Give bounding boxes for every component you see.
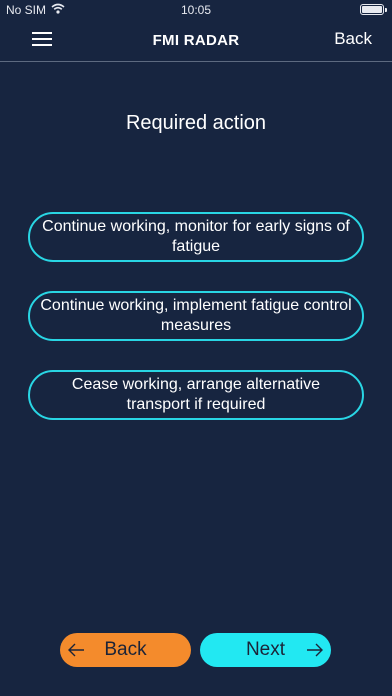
option-monitor-fatigue-button[interactable]: Continue working, monitor for early sign… xyxy=(28,212,364,262)
battery-fill xyxy=(362,6,382,13)
option-label: Continue working, implement fatigue cont… xyxy=(40,297,352,334)
option-cease-working-button[interactable]: Cease working, arrange alternative trans… xyxy=(28,370,364,420)
status-time: 10:05 xyxy=(180,3,212,17)
option-label: Cease working, arrange alternative trans… xyxy=(71,376,321,413)
option-fatigue-control-button[interactable]: Continue working, implement fatigue cont… xyxy=(28,291,364,341)
nav-bar: FMI RADAR Back xyxy=(0,20,392,62)
footer-back-label: Back xyxy=(104,639,147,660)
status-bar: No SIM 10:05 xyxy=(0,0,392,20)
nav-back-button[interactable]: Back xyxy=(334,29,372,49)
arrow-left-icon xyxy=(66,641,86,659)
option-label: Continue working, monitor for early sign… xyxy=(42,218,350,255)
footer-next-button[interactable]: Next xyxy=(200,633,331,667)
footer-back-button[interactable]: Back xyxy=(60,633,191,667)
nav-title: FMI RADAR xyxy=(152,32,240,49)
battery-icon xyxy=(360,4,387,15)
arrow-right-icon xyxy=(305,641,325,659)
footer-next-label: Next xyxy=(245,639,286,660)
page-heading: Required action xyxy=(125,112,267,134)
